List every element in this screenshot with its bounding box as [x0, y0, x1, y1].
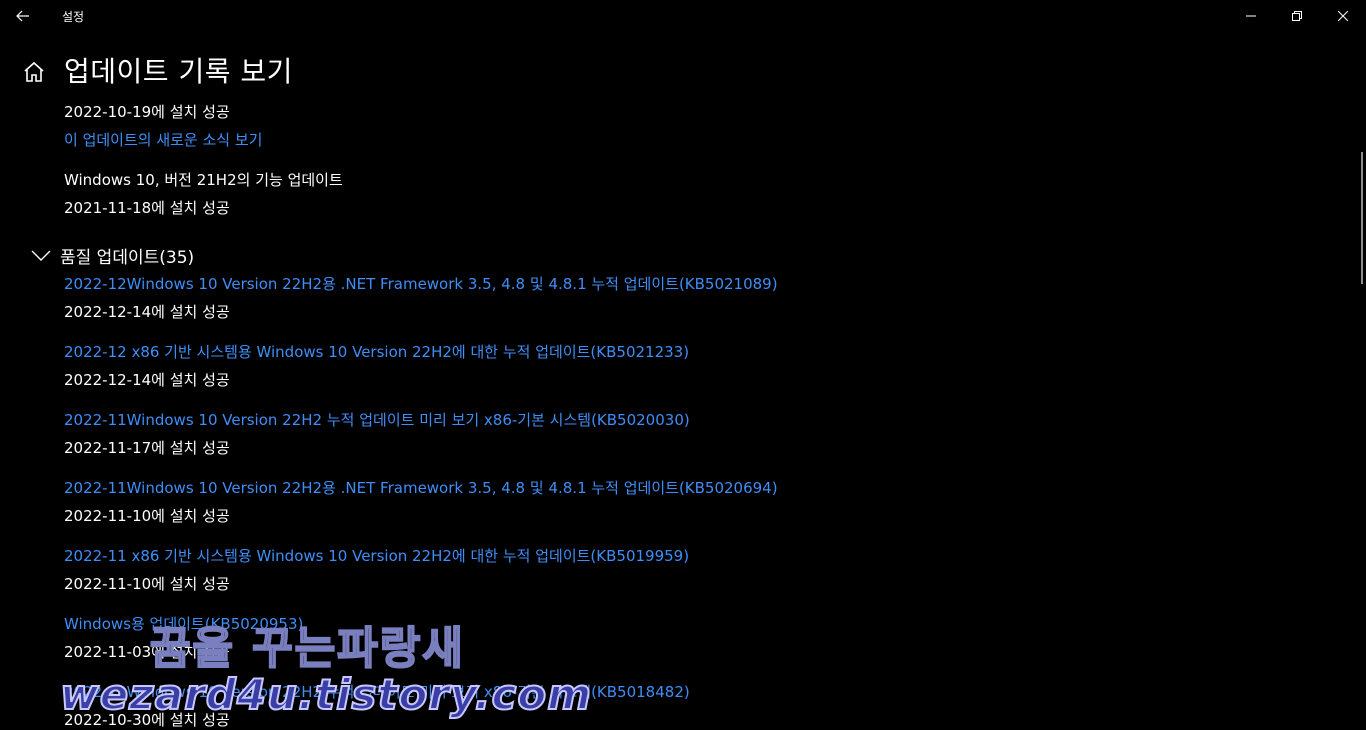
update-status: 2022-11-10에 설치 성공	[64, 507, 230, 525]
quality-updates-label: 품질 업데이트(35)	[60, 247, 195, 268]
close-icon	[1338, 11, 1348, 21]
update-link[interactable]: 2022-11Windows 10 Version 22H2 누적 업데이트 미…	[64, 409, 690, 430]
update-status: 2022-10-30에 설치 성공	[64, 711, 230, 729]
update-status: 2021-11-18에 설치 성공	[64, 199, 230, 217]
title-bar: 설정	[0, 0, 1366, 32]
restore-icon	[1292, 11, 1302, 21]
update-status: 2022-11-10에 설치 성공	[64, 575, 230, 593]
restore-button[interactable]	[1274, 0, 1320, 32]
update-status: 2022-12-14에 설치 성공	[64, 371, 230, 389]
update-link[interactable]: 2022-12Windows 10 Version 22H2용 .NET Fra…	[64, 273, 778, 294]
window-title: 설정	[62, 10, 85, 24]
quality-updates-toggle[interactable]: 품질 업데이트(35)	[30, 243, 195, 268]
minimize-icon	[1246, 15, 1256, 17]
chevron-down-icon	[31, 250, 51, 261]
update-link[interactable]: 2022-11 x86 기반 시스템용 Windows 10 Version 2…	[64, 545, 689, 566]
update-status: 2022-11-03에 설치 성공	[64, 643, 230, 661]
page-title: 업데이트 기록 보기	[64, 55, 293, 88]
close-button[interactable]	[1320, 0, 1366, 32]
minimize-button[interactable]	[1228, 0, 1274, 32]
whats-new-link[interactable]: 이 업데이트의 새로운 소식 보기	[64, 129, 262, 150]
update-link[interactable]: 2022-10Windows 10 Version 22H2 누적 업데이트 미…	[64, 681, 690, 702]
home-icon[interactable]	[22, 60, 46, 84]
update-link[interactable]: 2022-12 x86 기반 시스템용 Windows 10 Version 2…	[64, 341, 689, 362]
update-link[interactable]: 2022-11Windows 10 Version 22H2용 .NET Fra…	[64, 477, 778, 498]
update-link[interactable]: Windows용 업데이트(KB5020953)	[64, 613, 303, 634]
back-arrow-icon	[16, 10, 29, 22]
update-status: 2022-12-14에 설치 성공	[64, 303, 230, 321]
back-button[interactable]	[0, 0, 46, 32]
update-status: 2022-10-19에 설치 성공	[64, 103, 230, 121]
update-status: 2022-11-17에 설치 성공	[64, 439, 230, 457]
scrollbar-thumb[interactable]	[1361, 152, 1363, 284]
feature-update-name: Windows 10, 버전 21H2의 기능 업데이트	[64, 171, 343, 189]
